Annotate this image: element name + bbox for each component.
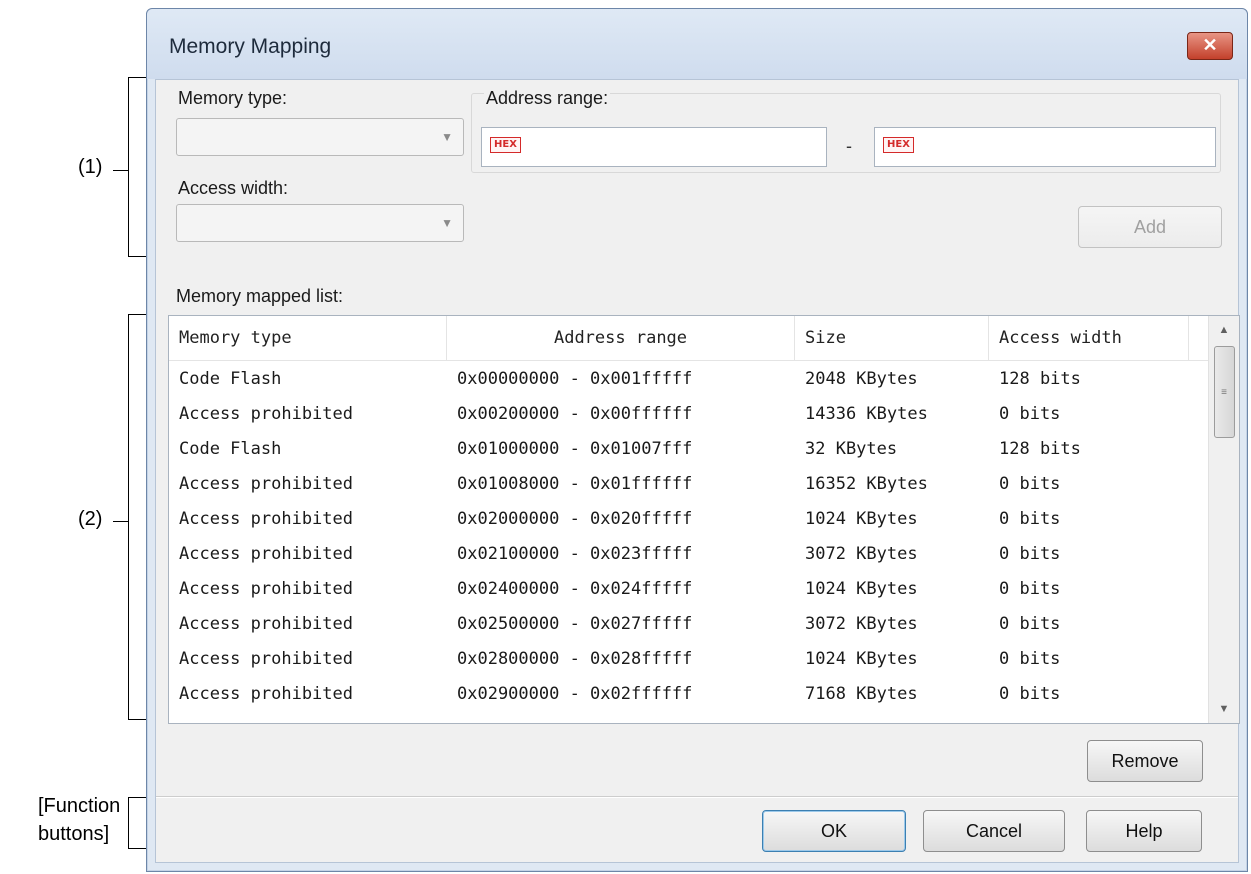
help-button[interactable]: Help bbox=[1086, 810, 1202, 852]
memory-type-label: Memory type: bbox=[178, 88, 288, 108]
table-row[interactable]: Access prohibited 0x00200000 - 0x00ffffff… bbox=[169, 397, 1209, 432]
table-row[interactable]: Code Flash 0x01000000 - 0x01007fff 32 KByt… bbox=[169, 432, 1209, 467]
address-start-input[interactable]: HEX bbox=[481, 127, 827, 167]
access-width-select[interactable]: ▼ bbox=[176, 204, 464, 242]
annotation-section-2: (2) bbox=[78, 508, 103, 530]
cell-memory-type: Access prohibited bbox=[179, 474, 353, 494]
scroll-up-icon[interactable]: ▲ bbox=[1209, 316, 1239, 344]
divider bbox=[156, 796, 1238, 798]
remove-button[interactable]: Remove bbox=[1087, 740, 1203, 782]
table-row[interactable]: Access prohibited 0x02000000 - 0x020fffff… bbox=[169, 502, 1209, 537]
dialog-client-area: Memory type: ▼ Address range: HEX - HEX … bbox=[155, 79, 1240, 863]
cell-memory-type: Access prohibited bbox=[179, 404, 353, 424]
cell-size: 1024 KBytes bbox=[805, 649, 918, 669]
scrollbar-thumb[interactable]: ≡ bbox=[1214, 346, 1235, 438]
cell-access-width: 0 bits bbox=[999, 544, 1061, 564]
cell-access-width: 0 bits bbox=[999, 614, 1061, 634]
annotation-function-buttons-line1: [Function bbox=[38, 795, 121, 817]
cell-access-width: 0 bits bbox=[999, 684, 1061, 704]
chevron-down-icon: ▼ bbox=[441, 130, 453, 144]
cell-access-width: 0 bits bbox=[999, 649, 1061, 669]
cell-access-width: 0 bits bbox=[999, 474, 1061, 494]
address-range-group: Address range: HEX - HEX bbox=[471, 88, 1221, 173]
column-header-memory-type[interactable]: Memory type bbox=[169, 316, 447, 360]
memory-mapped-list[interactable]: Memory type Address range Size Access wi… bbox=[168, 315, 1240, 724]
cell-address-range: 0x02500000 - 0x027fffff bbox=[457, 614, 693, 634]
cell-memory-type: Access prohibited bbox=[179, 614, 353, 634]
address-separator: - bbox=[846, 136, 852, 156]
memory-mapping-dialog: Memory Mapping ✕ Memory type: ▼ Address … bbox=[146, 8, 1248, 872]
hex-badge: HEX bbox=[883, 137, 914, 153]
cell-address-range: 0x01008000 - 0x01ffffff bbox=[457, 474, 693, 494]
table-row[interactable]: Code Flash 0x00000000 - 0x001fffff 2048 KB… bbox=[169, 362, 1209, 397]
hex-badge: HEX bbox=[490, 137, 521, 153]
dialog-title: Memory Mapping bbox=[169, 35, 332, 58]
table-row[interactable]: Access prohibited 0x02500000 - 0x027fffff… bbox=[169, 607, 1209, 642]
cell-memory-type: Access prohibited bbox=[179, 509, 353, 529]
chevron-down-icon: ▼ bbox=[441, 216, 453, 230]
list-header: Memory type Address range Size Access wi… bbox=[169, 316, 1209, 361]
cell-address-range: 0x02000000 - 0x020fffff bbox=[457, 509, 693, 529]
annotation-bracket-2 bbox=[128, 314, 147, 720]
cell-address-range: 0x02100000 - 0x023fffff bbox=[457, 544, 693, 564]
cell-address-range: 0x01000000 - 0x01007fff bbox=[457, 439, 693, 459]
cell-address-range: 0x02800000 - 0x028fffff bbox=[457, 649, 693, 669]
cell-address-range: 0x00000000 - 0x001fffff bbox=[457, 369, 693, 389]
cell-memory-type: Code Flash bbox=[179, 439, 282, 459]
annotation-tick-2 bbox=[113, 521, 129, 522]
cell-size: 3072 KBytes bbox=[805, 544, 918, 564]
annotation-bracket-3 bbox=[128, 797, 147, 849]
cell-memory-type: Access prohibited bbox=[179, 544, 353, 564]
memory-type-select[interactable]: ▼ bbox=[176, 118, 464, 156]
scroll-down-icon[interactable]: ▼ bbox=[1209, 695, 1239, 723]
cell-access-width: 128 bits bbox=[999, 369, 1081, 389]
cell-access-width: 0 bits bbox=[999, 579, 1061, 599]
cell-size: 2048 KBytes bbox=[805, 369, 918, 389]
annotation-function-buttons-line2: buttons] bbox=[38, 823, 110, 845]
table-row[interactable]: Access prohibited 0x02100000 - 0x023fffff… bbox=[169, 537, 1209, 572]
annotation-section-1: (1) bbox=[78, 156, 103, 178]
column-header-size[interactable]: Size bbox=[795, 316, 989, 360]
access-width-label: Access width: bbox=[178, 178, 289, 198]
ok-button[interactable]: OK bbox=[762, 810, 906, 852]
memory-mapped-list-label: Memory mapped list: bbox=[176, 286, 344, 306]
address-range-label: Address range: bbox=[484, 88, 611, 109]
column-header-access-width[interactable]: Access width bbox=[989, 316, 1189, 360]
annotation-tick-1 bbox=[113, 170, 129, 171]
cell-access-width: 128 bits bbox=[999, 439, 1081, 459]
cancel-button[interactable]: Cancel bbox=[923, 810, 1065, 852]
cell-memory-type: Access prohibited bbox=[179, 649, 353, 669]
grip-icon: ≡ bbox=[1221, 387, 1227, 398]
title-bar: Memory Mapping ✕ bbox=[147, 9, 1247, 79]
cell-size: 1024 KBytes bbox=[805, 509, 918, 529]
annotation-bracket-1 bbox=[128, 77, 147, 257]
cell-size: 16352 KBytes bbox=[805, 474, 928, 494]
table-row[interactable]: Access prohibited 0x01008000 - 0x01ffffff… bbox=[169, 467, 1209, 502]
cell-address-range: 0x02900000 - 0x02ffffff bbox=[457, 684, 693, 704]
cell-address-range: 0x00200000 - 0x00ffffff bbox=[457, 404, 693, 424]
table-row[interactable]: Access prohibited 0x02900000 - 0x02ffffff… bbox=[169, 677, 1209, 712]
cell-access-width: 0 bits bbox=[999, 509, 1061, 529]
cell-size: 32 KBytes bbox=[805, 439, 898, 459]
vertical-scrollbar[interactable]: ▲ ≡ ▼ bbox=[1208, 316, 1239, 723]
cell-memory-type: Code Flash bbox=[179, 369, 282, 389]
close-icon[interactable]: ✕ bbox=[1187, 32, 1233, 60]
cell-size: 1024 KBytes bbox=[805, 579, 918, 599]
column-header-address-range[interactable]: Address range bbox=[447, 316, 795, 360]
cell-memory-type: Access prohibited bbox=[179, 579, 353, 599]
cell-memory-type: Access prohibited bbox=[179, 684, 353, 704]
cell-address-range: 0x02400000 - 0x024fffff bbox=[457, 579, 693, 599]
table-row[interactable]: Access prohibited 0x02400000 - 0x024fffff… bbox=[169, 572, 1209, 607]
table-row[interactable]: Access prohibited 0x02800000 - 0x028fffff… bbox=[169, 642, 1209, 677]
cell-access-width: 0 bits bbox=[999, 404, 1061, 424]
cell-size: 3072 KBytes bbox=[805, 614, 918, 634]
add-button[interactable]: Add bbox=[1078, 206, 1222, 248]
cell-size: 14336 KBytes bbox=[805, 404, 928, 424]
address-end-input[interactable]: HEX bbox=[874, 127, 1216, 167]
cell-size: 7168 KBytes bbox=[805, 684, 918, 704]
